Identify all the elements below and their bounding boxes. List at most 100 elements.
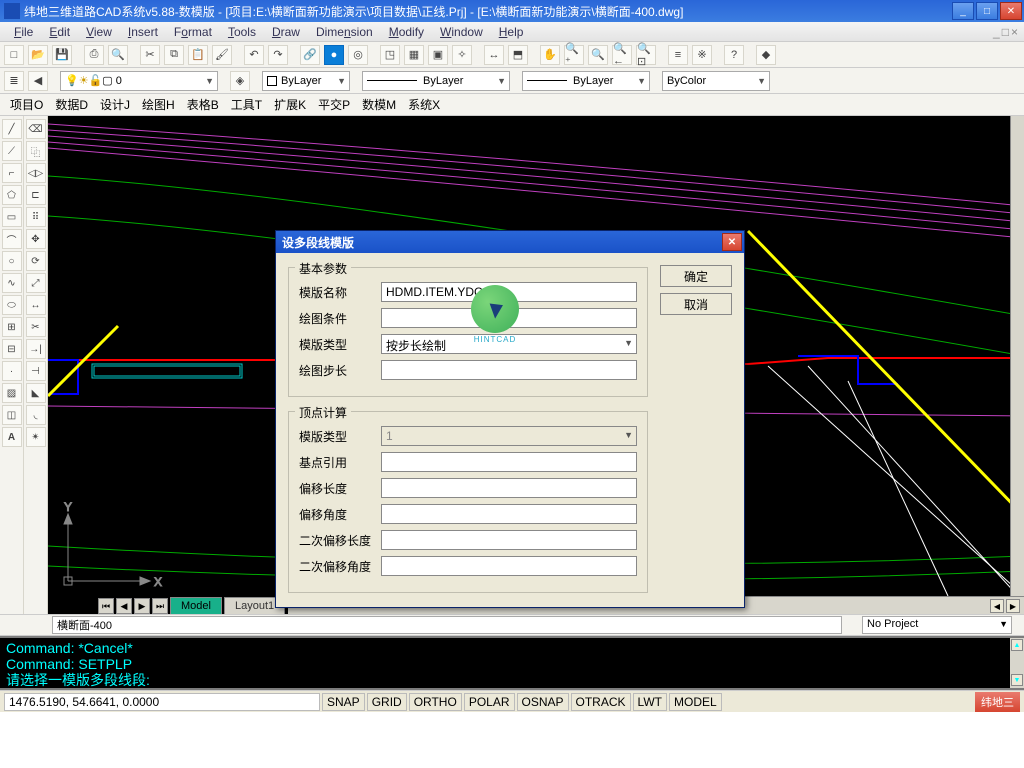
offset-len-input[interactable]	[381, 478, 637, 498]
trim-icon[interactable]: ✂	[26, 317, 46, 337]
grid-icon[interactable]: ▦	[404, 45, 424, 65]
help-icon[interactable]: ?	[724, 45, 744, 65]
chamfer-icon[interactable]: ◣	[26, 383, 46, 403]
appmenu-table[interactable]: 表格B	[183, 94, 223, 115]
cmd-scrollbar[interactable]: ▲ ▼	[1010, 638, 1024, 688]
zoom-win-icon[interactable]: 🔍	[588, 45, 608, 65]
explode-icon[interactable]: ✴	[26, 427, 46, 447]
doc-restore-button[interactable]: □	[1002, 25, 1009, 39]
appmenu-design[interactable]: 设计J	[96, 94, 134, 115]
plotstyle-combo[interactable]: ByColor	[662, 71, 770, 91]
appmenu-project[interactable]: 项目O	[6, 94, 47, 115]
minimize-button[interactable]: _	[952, 2, 974, 20]
color-combo[interactable]: ByLayer	[262, 71, 350, 91]
appmenu-extend[interactable]: 扩展K	[270, 94, 310, 115]
fillet-icon[interactable]: ◟	[26, 405, 46, 425]
new-icon[interactable]: □	[4, 45, 24, 65]
cancel-button[interactable]: 取消	[660, 293, 732, 315]
paste-icon[interactable]: 📋	[188, 45, 208, 65]
cloud-icon[interactable]: ●	[324, 45, 344, 65]
ok-button[interactable]: 确定	[660, 265, 732, 287]
tab-first-icon[interactable]: ⏮	[98, 598, 114, 614]
otrack-toggle[interactable]: OTRACK	[571, 693, 631, 711]
appmenu-system[interactable]: 系统X	[404, 94, 444, 115]
draw-step-input[interactable]	[381, 360, 637, 380]
menu-insert[interactable]: Insert	[122, 23, 164, 41]
erase-icon[interactable]: ⌫	[26, 119, 46, 139]
dist-icon[interactable]: ↔	[484, 45, 504, 65]
polygon-icon[interactable]: ⬠	[2, 185, 22, 205]
appmenu-draw[interactable]: 绘图H	[138, 94, 179, 115]
extra-icon[interactable]: ◆	[756, 45, 776, 65]
lineweight-combo[interactable]: ByLayer	[522, 71, 650, 91]
appmenu-dtm[interactable]: 数模M	[358, 94, 400, 115]
offset2-len-input[interactable]	[381, 530, 637, 550]
grid-toggle[interactable]: GRID	[367, 693, 407, 711]
array-icon[interactable]: ⠿	[26, 207, 46, 227]
cut-icon[interactable]: ✂	[140, 45, 160, 65]
preview-icon[interactable]: 🔍	[108, 45, 128, 65]
tab-next-icon[interactable]: ▶	[134, 598, 150, 614]
layer-manager-icon[interactable]: ≣	[4, 71, 24, 91]
hyperlink-icon[interactable]: 🔗	[300, 45, 320, 65]
block-icon[interactable]: ▣	[428, 45, 448, 65]
menu-view[interactable]: View	[80, 23, 118, 41]
snap-toggle[interactable]: SNAP	[322, 693, 365, 711]
tab-model[interactable]: Model	[170, 597, 222, 614]
break-icon[interactable]: ⊣	[26, 361, 46, 381]
template-type2-combo[interactable]: 1	[381, 426, 637, 446]
close-button[interactable]: ✕	[1000, 2, 1022, 20]
offset2-ang-input[interactable]	[381, 556, 637, 576]
pline-icon[interactable]: ⌐	[2, 163, 22, 183]
menu-dimension[interactable]: Dimension	[310, 23, 379, 41]
stretch-icon[interactable]: ↔	[26, 295, 46, 315]
props-icon[interactable]: ≡	[668, 45, 688, 65]
extend-icon[interactable]: →|	[26, 339, 46, 359]
appmenu-intersection[interactable]: 平交P	[314, 94, 354, 115]
line-icon[interactable]: ╱	[2, 119, 22, 139]
move-icon[interactable]: ✥	[26, 229, 46, 249]
ucs-icon[interactable]: ◳	[380, 45, 400, 65]
save-icon[interactable]: 💾	[52, 45, 72, 65]
block-make-icon[interactable]: ⊟	[2, 339, 22, 359]
zoom-prev-icon[interactable]: 🔍←	[612, 45, 632, 65]
pan-icon[interactable]: ✋	[540, 45, 560, 65]
point-draw-icon[interactable]: ·	[2, 361, 22, 381]
model-toggle[interactable]: MODEL	[669, 693, 722, 711]
layer-prev-icon[interactable]: ◀	[28, 71, 48, 91]
tab-last-icon[interactable]: ⏭	[152, 598, 168, 614]
maximize-button[interactable]: □	[976, 2, 998, 20]
layer-combo[interactable]: 💡☀🔓▢ 0	[60, 71, 218, 91]
offset-ang-input[interactable]	[381, 504, 637, 524]
lwt-toggle[interactable]: LWT	[633, 693, 667, 711]
rect-icon[interactable]: ▭	[2, 207, 22, 227]
polar-toggle[interactable]: POLAR	[464, 693, 515, 711]
base-ref-input[interactable]	[381, 452, 637, 472]
hatch-icon[interactable]: ▨	[2, 383, 22, 403]
point-icon[interactable]: ✧	[452, 45, 472, 65]
menu-edit[interactable]: Edit	[43, 23, 76, 41]
tracking-icon[interactable]: ◎	[348, 45, 368, 65]
cmd-scroll-down-icon[interactable]: ▼	[1011, 674, 1023, 686]
command-window[interactable]: Command: *Cancel* Command: SETPLP 请选择一模版…	[0, 636, 1024, 690]
region-icon[interactable]: ◫	[2, 405, 22, 425]
copy-obj-icon[interactable]: ⿻	[26, 141, 46, 161]
doc-close-button[interactable]: ×	[1011, 25, 1018, 39]
open-icon[interactable]: 📂	[28, 45, 48, 65]
spline-icon[interactable]: ∿	[2, 273, 22, 293]
appmenu-tools[interactable]: 工具T	[227, 94, 266, 115]
cmd-scroll-up-icon[interactable]: ▲	[1011, 639, 1023, 651]
rotate-icon[interactable]: ⟳	[26, 251, 46, 271]
menu-tools[interactable]: Tools	[222, 23, 262, 41]
scale-icon[interactable]: ⤢	[26, 273, 46, 293]
menu-file[interactable]: FFileile	[8, 23, 39, 41]
area-icon[interactable]: ⬒	[508, 45, 528, 65]
zoom-rt-icon[interactable]: 🔍⁺	[564, 45, 584, 65]
zoom-ext-icon[interactable]: 🔍⊡	[636, 45, 656, 65]
menu-modify[interactable]: Modify	[383, 23, 430, 41]
undo-icon[interactable]: ↶	[244, 45, 264, 65]
menu-window[interactable]: Window	[434, 23, 489, 41]
match-icon[interactable]: 🖌	[212, 45, 232, 65]
menu-draw[interactable]: Draw	[266, 23, 306, 41]
ortho-toggle[interactable]: ORTHO	[409, 693, 462, 711]
